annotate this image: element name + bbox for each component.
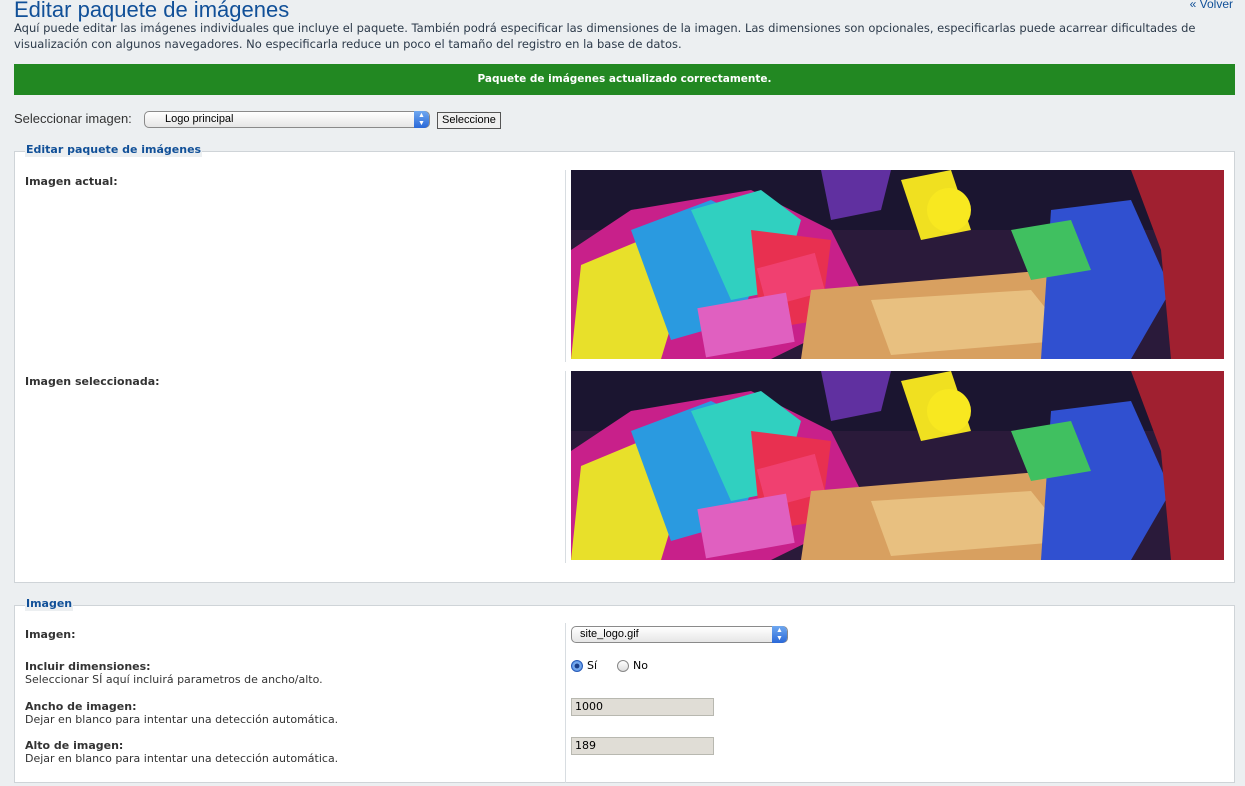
include-dims-label: Incluir dimensiones: xyxy=(25,660,151,673)
back-link[interactable]: « Volver xyxy=(1190,0,1233,11)
image-height-label: Alto de imagen: xyxy=(25,739,124,752)
current-image-label: Imagen actual: xyxy=(25,175,118,188)
radio-icon xyxy=(617,660,629,672)
include-dims-no-radio[interactable]: No xyxy=(617,659,648,672)
divider xyxy=(565,623,566,783)
image-panel-legend: Imagen xyxy=(25,597,74,611)
image-file-label: Imagen: xyxy=(25,628,76,641)
selected-image-label: Imagen seleccionada: xyxy=(25,375,160,388)
select-arrows-icon: ▲ ▼ xyxy=(414,111,429,128)
select-arrows-icon: ▲ ▼ xyxy=(772,626,787,643)
include-dims-yes-label: Sí xyxy=(587,659,598,672)
include-dims-desc: Seleccionar SÍ aquí incluirá parametros … xyxy=(25,673,323,686)
preview-panel-legend: Editar paquete de imágenes xyxy=(25,143,203,157)
preview-panel: Editar paquete de imágenes Imagen actual… xyxy=(14,143,1235,583)
divider xyxy=(565,170,566,362)
image-select-value: Logo principal xyxy=(165,113,234,125)
image-file-select-value: site_logo.gif xyxy=(580,628,639,640)
divider xyxy=(565,371,566,563)
selected-image-preview xyxy=(571,371,1224,560)
page-title: Editar paquete de imágenes xyxy=(14,0,290,22)
include-dims-yes-radio[interactable]: Sí xyxy=(571,659,597,672)
image-height-input[interactable]: 189 xyxy=(571,737,714,755)
success-banner: Paquete de imágenes actualizado correcta… xyxy=(14,64,1235,95)
page-intro: Aquí puede editar las imágenes individua… xyxy=(14,21,1196,51)
image-file-select[interactable]: site_logo.gif ▲ ▼ xyxy=(571,626,788,643)
image-selector-label: Seleccionar imagen: xyxy=(14,111,132,126)
image-width-desc: Dejar en blanco para intentar una detecc… xyxy=(25,713,339,726)
image-panel: Imagen Imagen: site_logo.gif ▲ ▼ Incluir … xyxy=(14,597,1235,783)
image-height-desc: Dejar en blanco para intentar una detecc… xyxy=(25,752,339,765)
image-width-label: Ancho de imagen: xyxy=(25,700,137,713)
image-width-input[interactable]: 1000 xyxy=(571,698,714,716)
radio-icon xyxy=(571,660,583,672)
include-dims-no-label: No xyxy=(633,659,648,672)
current-image-preview xyxy=(571,170,1224,359)
image-select[interactable]: Logo principal ▲ ▼ xyxy=(144,111,430,128)
select-image-button[interactable]: Seleccione xyxy=(437,112,501,129)
